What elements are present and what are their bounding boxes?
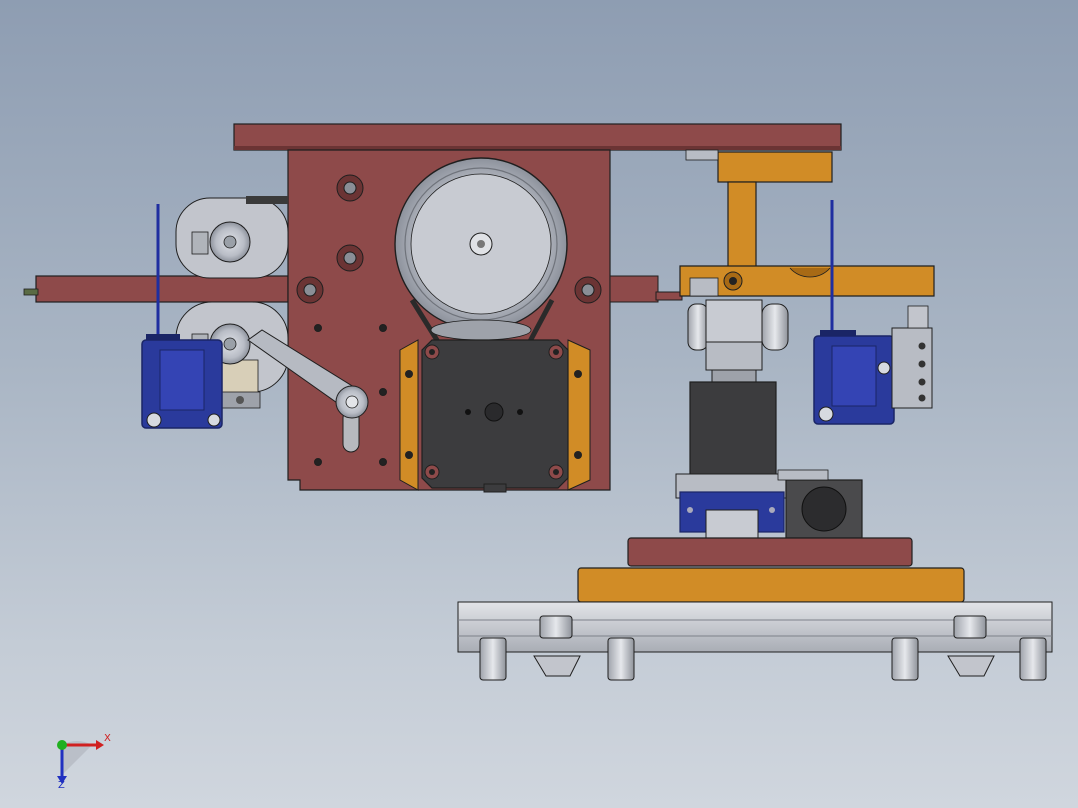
plate-right-tab	[655, 291, 683, 301]
right-orange-bracket[interactable]	[679, 149, 935, 297]
coordinate-triad	[57, 740, 104, 784]
stepper-motor[interactable]	[421, 339, 569, 493]
y-axis-dot	[57, 740, 67, 750]
upper-idler-roller[interactable]	[175, 196, 289, 279]
plate-right-extension	[609, 275, 659, 303]
cad-viewport[interactable]: X Z	[0, 0, 1078, 808]
large-pulley[interactable]	[394, 157, 568, 347]
left-horizontal-bar[interactable]	[35, 275, 289, 303]
right-limit-switch[interactable]	[813, 200, 933, 425]
z-axis-label: Z	[58, 780, 65, 791]
assembly-drawing[interactable]	[0, 0, 1078, 808]
left-bar-tip	[23, 288, 39, 296]
encoder-housing[interactable]	[777, 469, 863, 539]
base-red-plate[interactable]	[627, 537, 913, 567]
base-orange-plate[interactable]	[577, 567, 965, 603]
x-axis-label: X	[104, 733, 111, 744]
